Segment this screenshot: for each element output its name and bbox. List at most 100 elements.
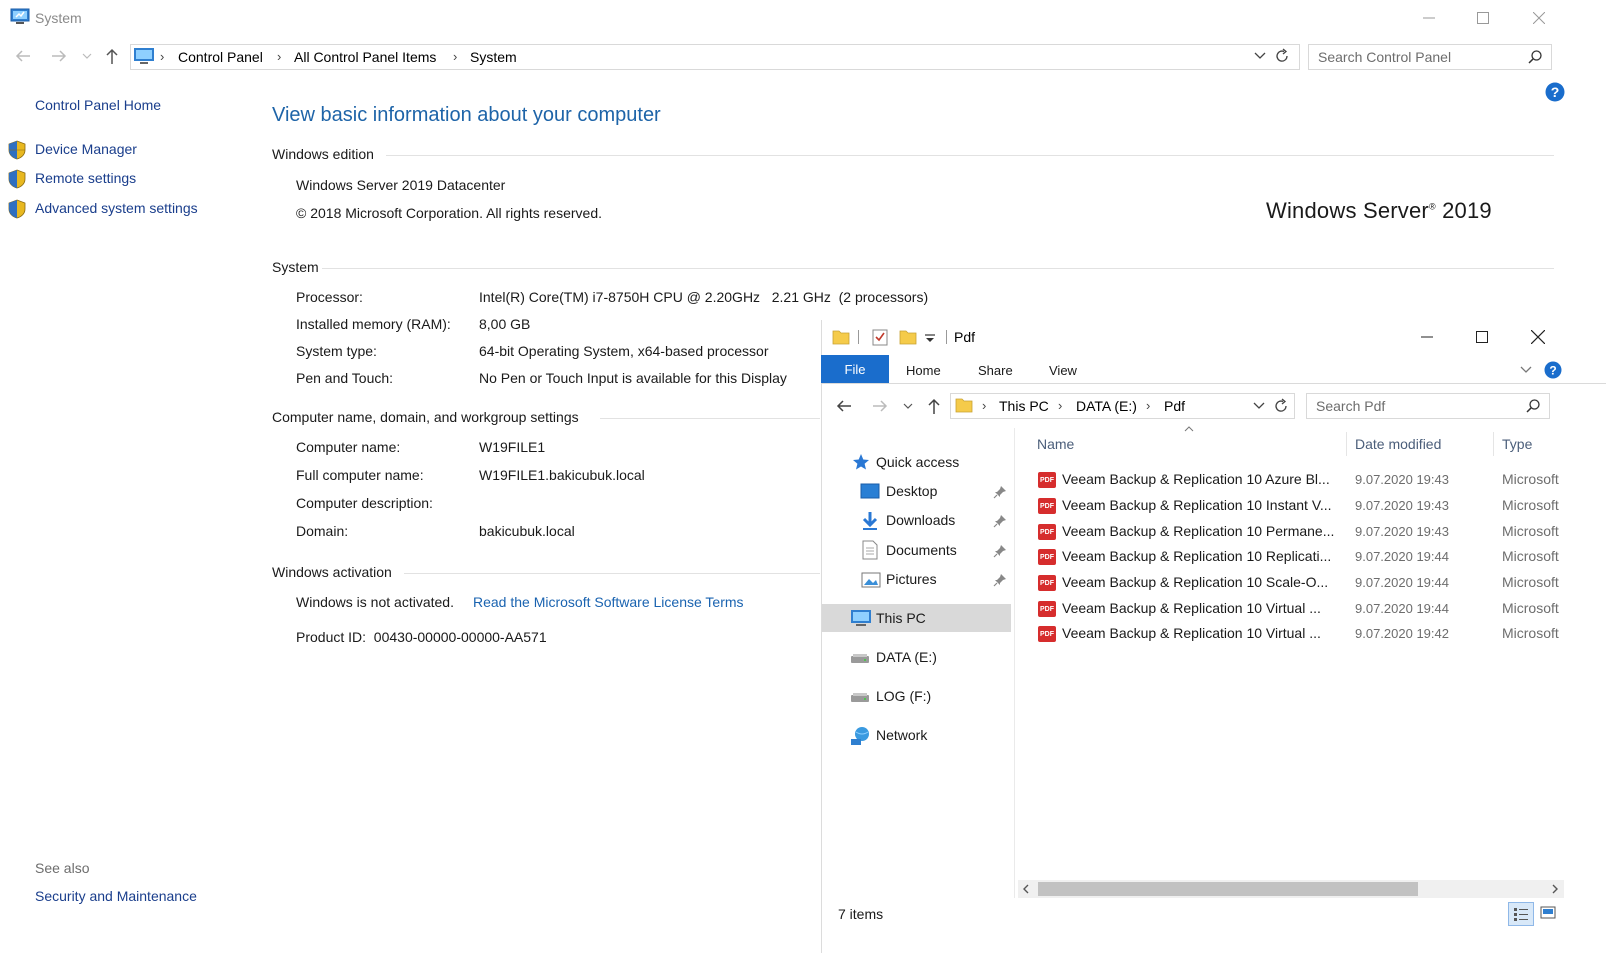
breadcrumb-this-pc[interactable]: This PC xyxy=(999,398,1049,414)
license-terms-link[interactable]: Read the Microsoft Software License Term… xyxy=(473,594,744,610)
nav-downloads[interactable]: Downloads xyxy=(886,512,955,528)
nav-documents[interactable]: Documents xyxy=(886,542,957,558)
section-divider xyxy=(322,268,1554,269)
explorer-search-icon[interactable] xyxy=(1525,398,1541,414)
ribbon-tab-file[interactable]: File xyxy=(821,355,889,383)
breadcrumb-separator: › xyxy=(277,49,282,64)
minimize-button[interactable] xyxy=(1409,3,1449,33)
desktop-icon xyxy=(860,483,880,499)
file-row[interactable]: PDF Veeam Backup & Replication 10 Perman… xyxy=(1030,519,1606,545)
file-row[interactable]: PDF Veeam Backup & Replication 10 Virtua… xyxy=(1030,621,1606,647)
ribbon-tab-view[interactable]: View xyxy=(1049,363,1077,378)
file-row[interactable]: PDF Veeam Backup & Replication 10 Scale-… xyxy=(1030,570,1606,596)
refresh-icon[interactable] xyxy=(1274,48,1290,64)
scrollbar-thumb[interactable] xyxy=(1038,882,1418,896)
breadcrumb-system[interactable]: System xyxy=(470,49,517,65)
system-type-value: 64-bit Operating System, x64-based proce… xyxy=(479,343,769,359)
breadcrumb-data-e[interactable]: DATA (E:) xyxy=(1076,398,1137,414)
file-row[interactable]: PDF Veeam Backup & Replication 10 Instan… xyxy=(1030,493,1606,519)
explorer-refresh-icon[interactable] xyxy=(1273,398,1289,414)
advanced-system-settings-link[interactable]: Advanced system settings xyxy=(35,200,198,216)
search-icon[interactable] xyxy=(1527,49,1543,65)
file-type: Microsoft xyxy=(1502,523,1559,539)
column-name[interactable]: Name xyxy=(1037,436,1074,452)
details-view-icon[interactable] xyxy=(1508,902,1534,926)
windows-activation-heading: Windows activation xyxy=(272,564,392,580)
explorer-help-icon[interactable]: ? xyxy=(1544,361,1562,379)
file-type: Microsoft xyxy=(1502,574,1559,590)
pin-icon[interactable] xyxy=(993,573,1007,587)
pin-icon[interactable] xyxy=(993,544,1007,558)
scroll-right-arrow-icon[interactable] xyxy=(1550,884,1560,894)
properties-icon[interactable] xyxy=(871,328,889,346)
remote-settings-link[interactable]: Remote settings xyxy=(35,170,136,186)
explorer-address-dropdown-icon[interactable] xyxy=(1253,402,1265,410)
memory-label: Installed memory (RAM): xyxy=(296,316,451,332)
device-manager-link[interactable]: Device Manager xyxy=(35,141,137,157)
nav-quick-access[interactable]: Quick access xyxy=(876,454,959,470)
page-heading: View basic information about your comput… xyxy=(272,104,661,126)
explorer-close-button[interactable] xyxy=(1518,322,1558,352)
scroll-left-arrow-icon[interactable] xyxy=(1021,884,1031,894)
explorer-up-arrow-icon[interactable] xyxy=(926,397,942,415)
forward-arrow-icon[interactable] xyxy=(50,48,68,64)
explorer-forward-arrow-icon[interactable] xyxy=(871,398,889,414)
control-panel-home-link[interactable]: Control Panel Home xyxy=(35,97,161,113)
system-heading: System xyxy=(272,259,319,275)
ribbon-tab-home[interactable]: Home xyxy=(906,363,941,378)
back-arrow-icon[interactable] xyxy=(14,48,32,64)
nav-desktop[interactable]: Desktop xyxy=(886,483,937,499)
new-folder-icon[interactable] xyxy=(899,328,917,346)
pen-touch-value: No Pen or Touch Input is available for t… xyxy=(479,370,787,386)
breadcrumb-all-items[interactable]: All Control Panel Items xyxy=(294,49,436,65)
pin-icon[interactable] xyxy=(993,485,1007,499)
breadcrumb-pdf[interactable]: Pdf xyxy=(1164,398,1185,414)
quick-access-toolbar-dropdown-icon[interactable] xyxy=(924,334,936,344)
file-row[interactable]: PDF Veeam Backup & Replication 10 Azure … xyxy=(1030,467,1606,493)
section-divider xyxy=(386,155,1554,156)
system-titlebar: System xyxy=(0,0,1606,36)
expand-ribbon-chevron-icon[interactable] xyxy=(1520,366,1532,374)
file-row[interactable]: PDF Veeam Backup & Replication 10 Replic… xyxy=(1030,544,1606,570)
explorer-back-arrow-icon[interactable] xyxy=(835,398,853,414)
nav-this-pc[interactable]: This PC xyxy=(876,610,926,626)
column-date-modified[interactable]: Date modified xyxy=(1355,436,1441,452)
processor-label: Processor: xyxy=(296,289,363,305)
system-app-icon xyxy=(10,8,30,26)
large-icons-view-icon[interactable] xyxy=(1540,905,1556,921)
pen-touch-label: Pen and Touch: xyxy=(296,370,394,386)
nav-log-drive[interactable]: LOG (F:) xyxy=(876,688,931,704)
maximize-button[interactable] xyxy=(1463,3,1503,33)
documents-icon xyxy=(862,540,878,560)
nav-pictures[interactable]: Pictures xyxy=(886,571,937,587)
address-dropdown-chevron-icon[interactable] xyxy=(1254,52,1266,60)
file-row[interactable]: PDF Veeam Backup & Replication 10 Virtua… xyxy=(1030,596,1606,622)
window-title: System xyxy=(35,10,82,26)
close-button[interactable] xyxy=(1519,3,1559,33)
section-divider xyxy=(600,418,820,419)
windows-edition-heading: Windows edition xyxy=(272,146,374,162)
search-placeholder: Search Control Panel xyxy=(1318,49,1452,65)
full-computer-name-value: W19FILE1.bakicubuk.local xyxy=(479,467,645,483)
column-divider[interactable] xyxy=(1493,432,1494,456)
breadcrumb-separator: › xyxy=(982,398,987,413)
column-type[interactable]: Type xyxy=(1502,436,1532,452)
security-and-maintenance-link[interactable]: Security and Maintenance xyxy=(35,888,197,904)
pin-icon[interactable] xyxy=(993,514,1007,528)
domain-label: Domain: xyxy=(296,523,349,539)
up-arrow-icon[interactable] xyxy=(104,47,120,65)
ribbon-tab-share[interactable]: Share xyxy=(978,363,1013,378)
recent-locations-chevron-icon[interactable] xyxy=(82,52,92,60)
file-date: 9.07.2020 19:43 xyxy=(1355,524,1449,539)
breadcrumb-separator: › xyxy=(1146,398,1151,413)
nav-data-drive[interactable]: DATA (E:) xyxy=(876,649,937,665)
explorer-recent-chevron-icon[interactable] xyxy=(903,402,913,410)
svg-text:?: ? xyxy=(1551,84,1560,100)
nav-network[interactable]: Network xyxy=(876,727,927,743)
explorer-maximize-button[interactable] xyxy=(1462,322,1502,352)
folder-icon xyxy=(832,328,850,346)
help-icon[interactable]: ? xyxy=(1545,82,1565,102)
column-divider[interactable] xyxy=(1346,432,1347,456)
explorer-minimize-button[interactable] xyxy=(1407,322,1447,352)
breadcrumb-control-panel[interactable]: Control Panel xyxy=(178,49,263,65)
